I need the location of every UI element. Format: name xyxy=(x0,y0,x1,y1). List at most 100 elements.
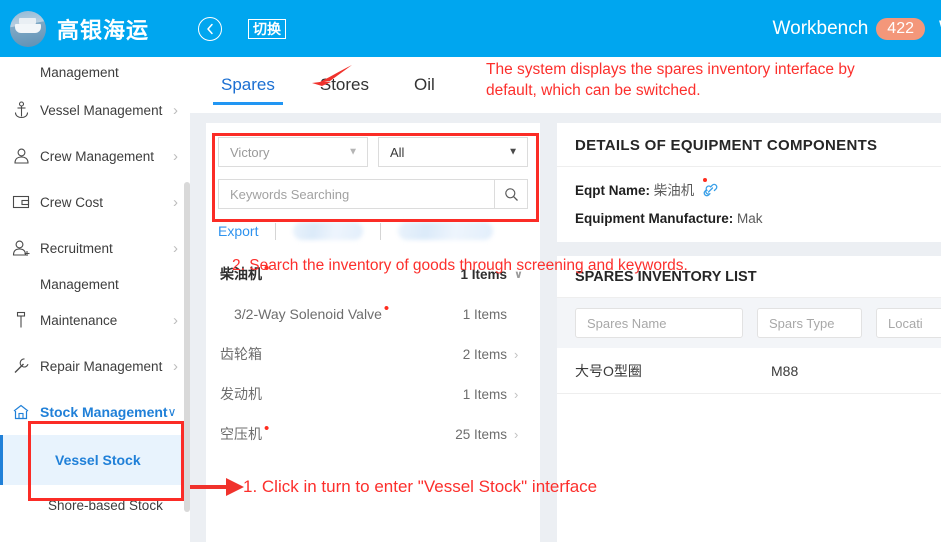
home-icon xyxy=(8,400,34,424)
equipment-list-item[interactable]: 柴油机 • 1 Items ∨ xyxy=(206,254,540,294)
main-content: Spares Stores Oil Victory ▼ All ▼ Keywor… xyxy=(190,57,941,542)
details-title: DETAILS OF EQUIPMENT COMPONENTS xyxy=(557,123,941,167)
sidebar-item-recruitment-wrap: Management xyxy=(40,276,119,292)
spares-name-input[interactable]: Spares Name xyxy=(575,308,743,338)
workbench-badge: 422 xyxy=(876,17,925,40)
divider xyxy=(275,222,277,240)
tab-oil[interactable]: Oil xyxy=(414,57,435,113)
eqpt-name-value: 柴油机 xyxy=(653,183,695,198)
chevron-right-icon[interactable]: › xyxy=(514,347,526,362)
sidebar-item-label: Recruitment xyxy=(40,240,113,256)
sidebar-item-recruitment-management[interactable]: Recruitment › xyxy=(0,225,190,271)
sidebar-item-label: Stock Management xyxy=(40,404,168,420)
equipment-name: 3/2-Way Solenoid Valve • xyxy=(234,300,390,322)
equipment-list-item[interactable]: 空压机 • 25 Items › xyxy=(206,414,540,454)
search-icon[interactable] xyxy=(494,179,528,209)
header-right-group: Workbench 422 W xyxy=(773,17,941,40)
switch-button[interactable]: 切换 xyxy=(248,18,287,39)
app-root: 高银海运 切换 Workbench 422 W Management xyxy=(0,0,941,542)
hidden-action-button-1[interactable] xyxy=(293,222,364,240)
sidebar-item-label: Maintenance xyxy=(40,312,118,328)
table-row[interactable]: 大号O型圈 M88 xyxy=(557,348,941,394)
tab-spares[interactable]: Spares xyxy=(213,57,283,113)
brand-title: 高银海运 xyxy=(57,17,150,43)
equipment-name: 齿轮箱 xyxy=(220,346,262,362)
equipment-name: 发动机 xyxy=(220,386,262,402)
vessel-select-value: Victory xyxy=(230,144,270,160)
company-logo-icon xyxy=(10,10,46,47)
equipment-list-item[interactable]: 发动机 1 Items › xyxy=(206,374,540,414)
location-input[interactable]: Locati xyxy=(876,308,941,338)
status-dot-icon: • xyxy=(264,420,270,438)
spares-name-cell: 大号O型圈 xyxy=(575,362,642,379)
chevron-right-icon[interactable]: › xyxy=(514,427,526,442)
details-panel: DETAILS OF EQUIPMENT COMPONENTS Eqpt Nam… xyxy=(557,123,941,542)
manufacture-label: Equipment Manufacture: xyxy=(575,211,734,226)
sidebar-item-repair-management[interactable]: Repair Management › xyxy=(0,343,190,389)
chevron-right-icon: › xyxy=(173,193,178,211)
chevron-right-icon: › xyxy=(173,357,178,375)
chevron-down-icon: ∨ xyxy=(167,405,177,419)
wrench-icon xyxy=(8,354,34,378)
status-dot-icon xyxy=(703,178,708,182)
action-row: Export xyxy=(218,215,540,247)
select-row: Victory ▼ All ▼ xyxy=(218,137,528,167)
person-icon xyxy=(8,144,34,168)
sidebar-nav: Management Vessel Management › Crew Mana… xyxy=(0,57,190,542)
back-arrow-icon[interactable] xyxy=(198,16,223,41)
equipment-list-item[interactable]: 齿轮箱 2 Items › xyxy=(206,334,540,374)
spars-type-input[interactable]: Spars Type xyxy=(757,308,862,338)
eqpt-manufacture-field: Equipment Manufacture: Mak xyxy=(557,199,941,226)
hammer-icon xyxy=(8,308,34,332)
chevron-right-icon: › xyxy=(173,311,178,329)
sidebar-item-label: Crew Management xyxy=(40,148,155,164)
category-select-value: All xyxy=(390,144,405,160)
tab-bar: Spares Stores Oil xyxy=(190,57,941,113)
sidebar-item-vessel-stock[interactable]: Vessel Stock xyxy=(0,435,190,485)
chevron-right-icon: › xyxy=(173,101,178,119)
export-button[interactable]: Export xyxy=(218,223,258,239)
vessel-select[interactable]: Victory ▼ xyxy=(218,137,368,167)
divider xyxy=(380,222,382,240)
equipment-count: 1 Items xyxy=(462,306,507,322)
app-header: 高银海运 切换 Workbench 422 W xyxy=(0,0,941,57)
chevron-right-icon[interactable]: › xyxy=(514,387,526,402)
chevron-right-icon: › xyxy=(173,147,178,165)
sidebar-item-shore-based-stock[interactable]: Shore-based Stock xyxy=(0,485,190,525)
sidebar-item-crew-management[interactable]: Crew Management › xyxy=(0,133,190,179)
tab-stores[interactable]: Stores xyxy=(320,57,369,113)
sidebar-item-management-wrap: Management xyxy=(40,64,119,80)
sidebar-item-label: Crew Cost xyxy=(40,194,104,210)
status-dot-icon: • xyxy=(383,300,390,318)
manufacture-value: Mak xyxy=(737,211,763,226)
sidebar-item-label: Vessel Management xyxy=(40,102,163,118)
chevron-down-icon[interactable]: ∨ xyxy=(514,268,526,281)
chevron-down-icon: ▼ xyxy=(508,146,518,158)
status-dot-icon: • xyxy=(264,260,270,278)
workbench-label[interactable]: Workbench xyxy=(773,18,869,40)
anchor-icon xyxy=(8,98,34,122)
search-row: Keywords Searching xyxy=(218,179,528,209)
equipment-count: 1 Items xyxy=(460,266,507,282)
equipment-count: 1 Items xyxy=(462,386,507,402)
sidebar-item-maintenance[interactable]: Maintenance › xyxy=(0,297,190,343)
sidebar-item-vessel-management[interactable]: Vessel Management › xyxy=(0,87,190,133)
equipment-list: 柴油机 • 1 Items ∨ 3/2-Way Solenoid Valve • 1… xyxy=(206,254,540,454)
category-select[interactable]: All ▼ xyxy=(378,137,528,167)
equipment-count: 25 Items xyxy=(455,426,507,442)
hidden-action-button-2[interactable] xyxy=(398,222,494,240)
spares-type-cell: M88 xyxy=(771,362,799,379)
sidebar-item-crew-cost[interactable]: Crew Cost › xyxy=(0,179,190,225)
sidebar-item-stock-management[interactable]: Stock Management ∨ xyxy=(0,389,190,435)
inventory-filter-strip: Spares Name Spars Type Locati xyxy=(557,298,941,348)
equipment-count: 2 Items xyxy=(462,346,507,362)
chevron-right-icon: › xyxy=(173,239,178,257)
chevron-down-icon: ▼ xyxy=(348,146,358,158)
search-input[interactable]: Keywords Searching xyxy=(218,179,494,209)
filter-area: Victory ▼ All ▼ Keywords Searching xyxy=(206,123,540,209)
link-attachment-icon[interactable] xyxy=(703,178,718,198)
equipment-name: 柴油机 • xyxy=(220,260,270,282)
eqpt-name-field: Eqpt Name: 柴油机 xyxy=(557,167,941,199)
equipment-list-item[interactable]: 3/2-Way Solenoid Valve • 1 Items xyxy=(206,294,540,334)
card-icon xyxy=(8,190,34,214)
